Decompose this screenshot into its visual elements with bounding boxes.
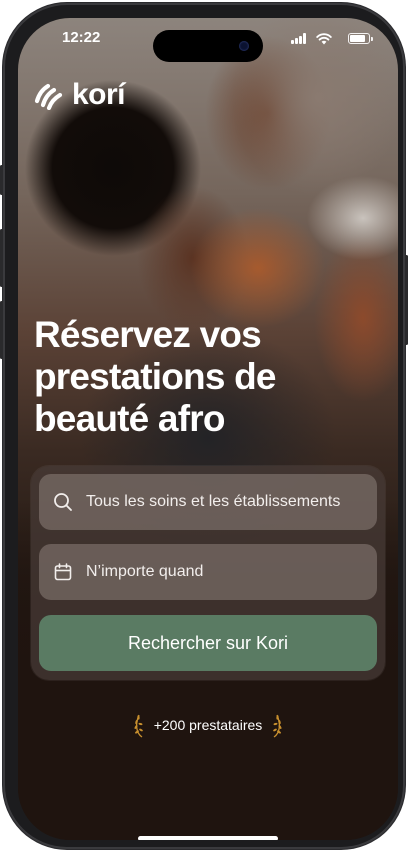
brand-logo[interactable]: korí xyxy=(34,78,126,112)
battery-level xyxy=(350,35,366,42)
status-icons xyxy=(280,32,373,46)
home-indicator[interactable] xyxy=(138,836,278,840)
front-camera xyxy=(239,41,249,51)
status-time: 12:22 xyxy=(62,29,101,46)
date-field[interactable]: N’importe quand xyxy=(39,544,377,600)
dynamic-island xyxy=(153,30,263,62)
status-bar: 12:22 xyxy=(18,18,398,62)
services-search-field[interactable]: Tous les soins et les établissements xyxy=(39,474,377,530)
date-placeholder: N’importe quand xyxy=(86,563,204,580)
wifi-icon xyxy=(316,33,332,45)
volume-down-button xyxy=(0,301,3,359)
power-button xyxy=(405,255,408,345)
hero-title: Réservez vos prestations de beauté afro xyxy=(34,314,277,439)
volume-up-button xyxy=(0,229,3,287)
search-button[interactable]: Rechercher sur Kori xyxy=(39,615,377,671)
services-search-placeholder: Tous les soins et les établissements xyxy=(86,493,341,510)
providers-count: +200 prestataires xyxy=(153,717,263,733)
search-card: Tous les soins et les établissements N’i… xyxy=(31,466,385,680)
action-button xyxy=(0,165,3,195)
screen: 12:22 korí Réservez vos prestations de b… xyxy=(18,18,398,840)
kori-logo-icon xyxy=(34,83,63,110)
calendar-icon xyxy=(54,563,72,581)
laurel-left-icon xyxy=(134,714,143,738)
search-icon xyxy=(54,493,72,511)
brand-name: korí xyxy=(72,78,126,111)
laurel-right-icon xyxy=(273,714,282,738)
providers-badge: +200 prestataires xyxy=(18,712,398,738)
battery-icon xyxy=(348,33,373,44)
phone-frame: 12:22 korí Réservez vos prestations de b… xyxy=(0,3,408,849)
cellular-signal-icon xyxy=(291,33,308,44)
